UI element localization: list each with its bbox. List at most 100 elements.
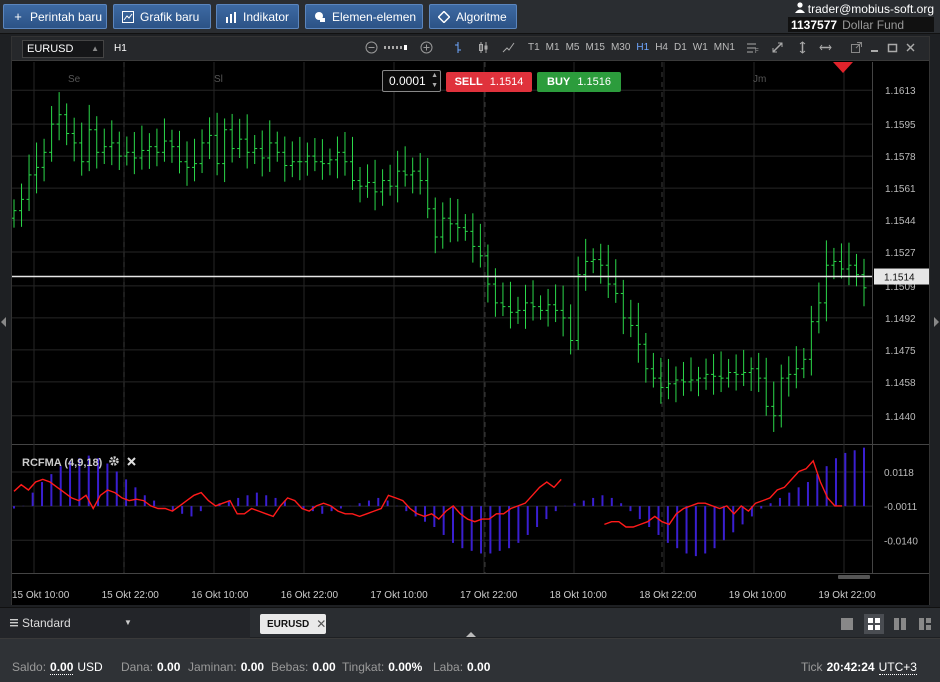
laba-label: Laba: — [433, 660, 464, 674]
line-chart-type-icon[interactable] — [501, 41, 515, 55]
day-label: Jm — [753, 74, 766, 85]
symbol-select-value: EURUSD — [27, 43, 74, 55]
account-info[interactable]: trader@mobius-soft.org 1137577 Dollar Fu… — [788, 1, 934, 32]
zoom-out-icon[interactable] — [364, 41, 378, 55]
tab-close-icon[interactable]: ✕ — [316, 617, 326, 631]
status-laba: Laba: 0.00 — [433, 660, 490, 674]
time-scroll-handle — [838, 575, 870, 579]
plus-icon: + — [14, 8, 22, 24]
tf-h4[interactable]: H4 — [652, 42, 671, 53]
new-chart-button[interactable]: Grafik baru — [113, 4, 211, 29]
minimize-icon[interactable] — [867, 41, 881, 55]
tf-d1[interactable]: D1 — [671, 42, 690, 53]
new-order-button[interactable]: + Perintah baru — [3, 4, 107, 29]
status-tingkat: Tingkat: 0.00% — [342, 660, 422, 674]
tf-w1[interactable]: W1 — [690, 42, 711, 53]
volume-spinner-icon[interactable]: ▲ ▼ — [431, 71, 438, 91]
indicator-title: RCFMA (4,9,18) — [22, 455, 137, 470]
draw-trendline-icon[interactable] — [770, 41, 784, 55]
indicator-close-icon[interactable] — [126, 456, 137, 470]
time-tick-label: 16 Okt 22:00 — [281, 590, 339, 601]
layout-select-value: Standard — [22, 616, 71, 630]
time-tick-label: 18 Okt 22:00 — [639, 590, 697, 601]
layout-grid-icon[interactable] — [864, 614, 884, 634]
tf-m15[interactable]: M15 — [582, 42, 607, 53]
jaminan-label: Jaminan: — [188, 660, 237, 674]
sell-button[interactable]: SELL 1.1514 — [446, 72, 532, 92]
buy-label: BUY — [547, 76, 571, 88]
diamond-icon — [438, 10, 450, 23]
indicator-tick-label: -0.0140 — [884, 536, 918, 547]
buy-button[interactable]: BUY 1.1516 — [537, 72, 621, 92]
layout-mixed-icon[interactable] — [918, 617, 932, 631]
time-tick-label: 19 Okt 10:00 — [729, 590, 787, 601]
indicator-settings-icon[interactable]: F — [746, 41, 760, 55]
tf-t1[interactable]: T1 — [525, 42, 543, 53]
time-tick-label: 17 Okt 10:00 — [370, 590, 428, 601]
elements-icon — [314, 11, 326, 23]
sell-price: 1.1514 — [489, 76, 524, 88]
chevron-down-icon: ▼ — [124, 618, 132, 627]
sell-label: SELL — [454, 76, 483, 88]
price-tick-label: 1.1595 — [885, 120, 916, 131]
symbol-select[interactable]: EURUSD ▲▼ — [22, 40, 104, 69]
timezone-select[interactable]: UTC+3 — [878, 660, 917, 675]
indicator-button[interactable]: Indikator — [216, 4, 299, 29]
main-toolbar: + Perintah baru Grafik baru Indikator El… — [0, 0, 940, 34]
layout-single-icon[interactable] — [840, 617, 854, 631]
app-root: + Perintah baru Grafik baru Indikator El… — [0, 0, 940, 682]
dana-value: 0.00 — [157, 660, 181, 674]
tf-m30[interactable]: M30 — [608, 42, 633, 53]
status-bar: Saldo: 0.00 USD Dana: 0.00 Jaminan: 0.00… — [0, 638, 940, 682]
time-tick-label: 16 Okt 10:00 — [191, 590, 249, 601]
dana-label: Dana: — [121, 660, 154, 674]
tab-eurusd-label: EURUSD — [267, 618, 310, 630]
algorithm-button[interactable]: Algoritme — [429, 4, 517, 29]
indicator-name: RCFMA (4,9,18) — [22, 456, 103, 469]
new-chart-label: Grafik baru — [140, 9, 200, 24]
price-tick-label: 1.1492 — [885, 314, 916, 325]
bar-chart-type-icon[interactable] — [451, 41, 465, 55]
jaminan-value: 0.00 — [240, 660, 265, 674]
vertical-line-icon[interactable] — [795, 41, 809, 55]
price-tick-label: 1.1440 — [885, 412, 916, 423]
elements-button[interactable]: Elemen-elemen — [305, 4, 423, 29]
time-tick-label: 18 Okt 10:00 — [550, 590, 608, 601]
tingkat-label: Tingkat: — [342, 660, 385, 674]
indicator-tick-label: 0.0118 — [884, 468, 914, 479]
right-panel-toggle-icon[interactable] — [934, 317, 939, 327]
gear-icon[interactable] — [108, 455, 120, 470]
price-chart[interactable]: Se Sl Jm 1.1613 1.1595 1.1578 1.1561 1.1544 1.15… — [12, 62, 929, 605]
layout-select[interactable]: Standard ▼ — [0, 608, 250, 638]
time-tick-label: 15 Okt 10:00 — [12, 590, 70, 601]
elements-label: Elemen-elemen — [332, 9, 417, 24]
buy-price: 1.1516 — [577, 76, 611, 88]
price-tick-label: 1.1561 — [885, 184, 916, 195]
collapse-panel-icon[interactable] — [466, 632, 476, 637]
status-jaminan: Jaminan: 0.00 — [188, 660, 264, 674]
zoom-slider[interactable] — [382, 41, 412, 55]
layout-columns-icon[interactable] — [893, 617, 907, 631]
saldo-value[interactable]: 0.00 — [50, 660, 74, 675]
status-clock: Tick 20:42:24 UTC+3 — [801, 660, 917, 675]
tf-h1[interactable]: H1 — [633, 42, 652, 53]
clock-time: 20:42:24 — [826, 660, 875, 674]
candle-chart-type-icon[interactable] — [476, 41, 490, 55]
account-user: trader@mobius-soft.org — [807, 1, 934, 16]
popout-icon[interactable] — [849, 41, 863, 55]
maximize-icon[interactable] — [885, 41, 899, 55]
horizontal-line-icon[interactable] — [818, 41, 832, 55]
tf-m5[interactable]: M5 — [563, 42, 583, 53]
order-volume-input[interactable]: 0.0001 ▲ ▼ — [382, 70, 441, 92]
zoom-in-icon[interactable] — [419, 41, 433, 55]
tf-m1[interactable]: M1 — [543, 42, 563, 53]
saldo-currency: USD — [77, 660, 103, 674]
tf-mn1[interactable]: MN1 — [711, 42, 738, 53]
left-panel-toggle-icon[interactable] — [1, 317, 6, 327]
chart-toolbar: EURUSD ▲▼ H1 T1 — [12, 37, 929, 69]
bebas-label: Bebas: — [271, 660, 309, 674]
laba-value: 0.00 — [467, 660, 491, 674]
tab-eurusd[interactable]: EURUSD ✕ — [260, 614, 326, 634]
close-icon[interactable] — [903, 41, 917, 55]
indicator-tick-label: -0.0011 — [884, 502, 918, 513]
